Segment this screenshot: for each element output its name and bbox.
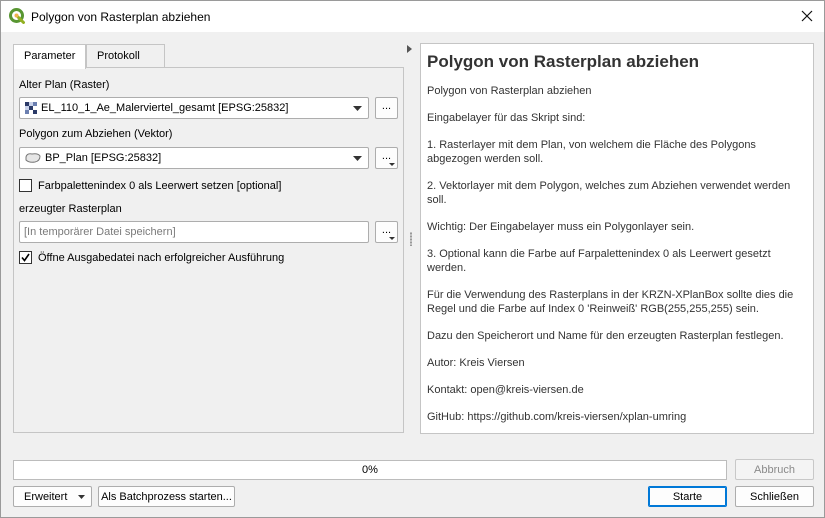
batch-process-button[interactable]: Als Batchprozess starten... [98,486,235,507]
output-label: erzeugter Rasterplan [19,203,122,215]
cancel-button[interactable]: Abbruch [735,459,814,480]
cancel-button-label: Abbruch [754,463,795,476]
vector-options-label: ... [381,150,392,162]
help-paragraph: Für die Verwendung des Rasterplans in de… [427,289,794,315]
collapse-arrow-icon[interactable] [407,45,412,53]
qgis-icon [9,8,25,24]
polygon-layer-icon [25,153,41,163]
help-paragraph: Wichtig: Der Eingabelayer muss ein Polyg… [427,221,695,233]
vector-options-button[interactable]: ... [375,147,398,169]
open-output-label: Öffne Ausgabedatei nach erfolgreicher Au… [38,251,285,264]
raster-browse-button[interactable]: ... [375,97,398,119]
progress-bar: 0% [13,460,727,480]
open-output-checkbox-row[interactable]: Öffne Ausgabedatei nach erfolgreicher Au… [19,251,284,264]
raster-layer-icon [25,102,37,114]
chevron-down-icon [353,156,362,161]
help-paragraph: Autor: Kreis Viersen [427,357,525,369]
close-button[interactable]: Schließen [735,486,814,507]
help-paragraph: 1. Rasterlayer mit dem Plan, von welchem… [427,139,756,165]
chevron-down-icon [78,495,85,499]
run-button-label: Starte [672,490,703,503]
advanced-button[interactable]: Erweitert [13,486,92,507]
close-window-button[interactable] [790,1,824,31]
output-options-label: ... [381,224,392,236]
chevron-down-icon [353,106,362,111]
dialog-window: Polygon von Rasterplan abziehen Paramete… [0,0,825,518]
open-output-checkbox[interactable] [19,251,32,264]
nodata-checkbox[interactable] [19,179,32,192]
help-paragraph: Kontakt: open@kreis-viersen.de [427,384,584,396]
close-button-label: Schließen [750,490,799,503]
dropdown-triangle-icon [389,163,395,166]
run-button[interactable]: Starte [648,486,727,507]
help-title: Polygon von Rasterplan abziehen [427,52,700,71]
progress-text: 0% [362,464,378,476]
checkmark-icon [21,253,30,262]
help-link[interactable]: GitHub: https://github.com/kreis-viersen… [427,410,807,424]
tab-protokoll[interactable]: Protokoll [86,44,165,68]
tab-parameter[interactable]: Parameter [13,44,86,69]
tab-parameter-label: Parameter [24,50,76,62]
close-icon [801,10,813,22]
batch-process-label: Als Batchprozess starten... [101,490,232,503]
raster-layer-combo[interactable]: EL_110_1_Ae_Malerviertel_gesamt [EPSG:25… [19,97,369,119]
dropdown-triangle-icon [389,237,395,240]
help-paragraph: Polygon von Rasterplan abziehen [427,85,592,97]
window-title: Polygon von Rasterplan abziehen [31,10,211,24]
raster-browse-label: ... [381,100,392,112]
nodata-checkbox-label: Farbpalettenindex 0 als Leerwert setzen … [38,179,282,192]
vector-layer-combo[interactable]: BP_Plan [EPSG:25832] [19,147,369,169]
raster-input-label: Alter Plan (Raster) [19,79,110,91]
help-paragraph: 3. Optional kann die Farbe auf Farpalett… [427,248,771,274]
vector-input-label: Polygon zum Abziehen (Vektor) [19,128,173,140]
help-paragraph: Eingabelayer für das Skript sind: [427,112,586,124]
help-paragraph: 2. Vektorlayer mit dem Polygon, welches … [427,180,791,206]
output-path-input[interactable]: [In temporärer Datei speichern] [19,221,369,243]
title-bar: Polygon von Rasterplan abziehen [1,1,824,32]
raster-layer-value: EL_110_1_Ae_Malerviertel_gesamt [EPSG:25… [41,102,289,114]
vector-layer-value: BP_Plan [EPSG:25832] [45,152,162,164]
help-paragraph: Dazu den Speicherort und Name für den er… [427,330,784,342]
output-options-button[interactable]: ... [375,221,398,243]
advanced-button-label: Erweitert [24,490,68,503]
splitter-handle[interactable] [410,232,412,246]
tab-protokoll-label: Protokoll [97,50,140,62]
help-panel: Polygon von Rasterplan abziehen Polygon … [420,43,814,434]
parameters-panel: Alter Plan (Raster) EL_110_1_Ae_Malervie… [13,67,404,433]
nodata-checkbox-row[interactable]: Farbpalettenindex 0 als Leerwert setzen … [19,179,281,192]
